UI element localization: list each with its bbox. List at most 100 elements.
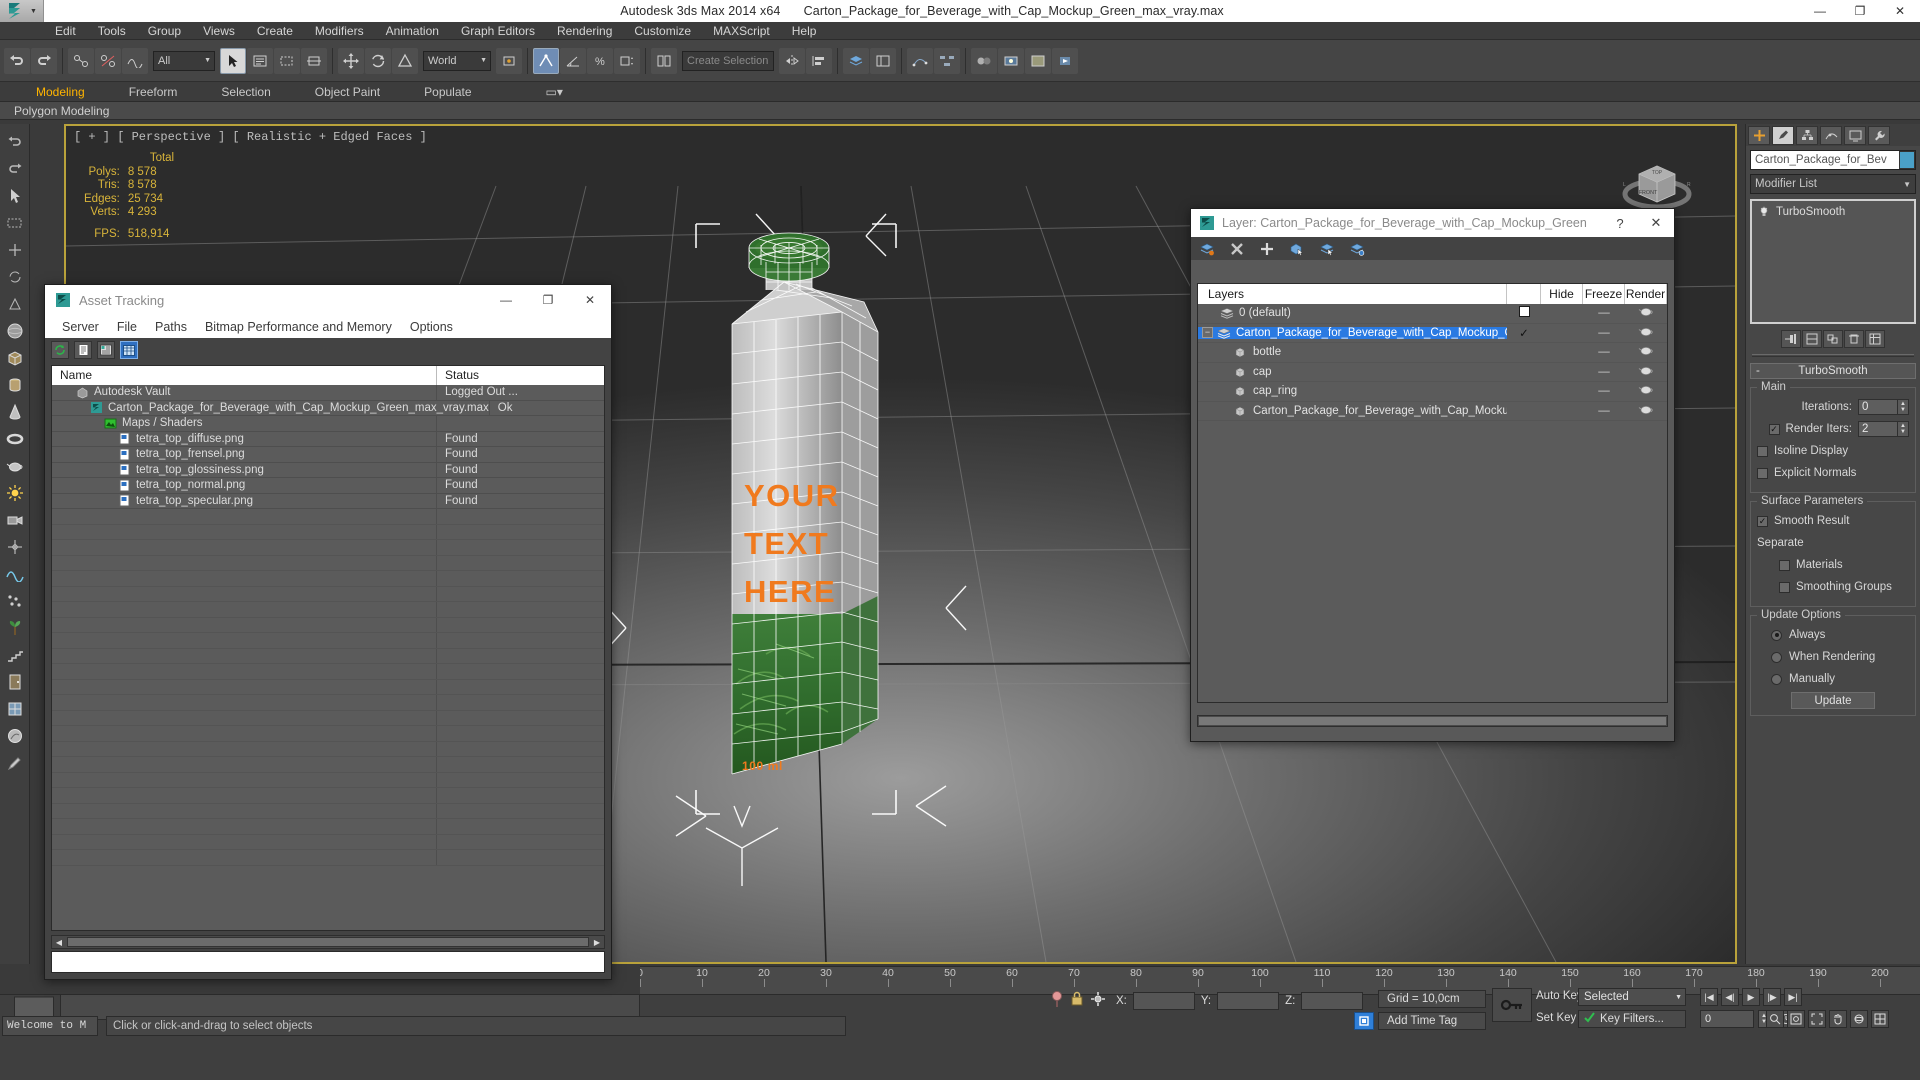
previous-frame-icon[interactable]: ◀| (1721, 988, 1739, 1006)
add-time-tag-button[interactable]: Add Time Tag (1378, 1012, 1486, 1030)
spinner-arrows-icon[interactable]: ▲ ▼ (1898, 421, 1909, 437)
table-row[interactable]: tetra_top_specular.png Found (52, 493, 604, 509)
sphere-icon[interactable] (2, 318, 28, 344)
layer-list[interactable]: Layers Hide Freeze Render 0 (default) — … (1197, 283, 1668, 703)
set-key-button[interactable]: Set Key (1536, 1012, 1576, 1024)
update-manually-row[interactable]: Manually (1757, 670, 1909, 688)
space-warp-icon[interactable] (2, 561, 28, 587)
update-always-row[interactable]: Always (1757, 626, 1909, 644)
undo-view-icon[interactable] (2, 129, 28, 155)
asset-col-name[interactable]: Name (52, 366, 437, 385)
asset-horizontal-scrollbar[interactable]: ◀ ▶ (51, 935, 605, 949)
minimize-button[interactable]: — (1800, 0, 1840, 22)
box-icon[interactable] (2, 345, 28, 371)
layer-row[interactable]: bottle — (1198, 343, 1667, 363)
menu-group[interactable]: Group (137, 22, 192, 40)
modifier-stack[interactable]: TurboSmooth (1750, 199, 1916, 324)
orbit-view-icon[interactable] (1850, 1010, 1868, 1028)
smooth-result-checkbox[interactable]: ✓ (1757, 515, 1768, 527)
go-to-end-icon[interactable]: ▶| (1784, 988, 1802, 1006)
show-end-result-icon[interactable] (1802, 330, 1822, 348)
selection-filter-combo[interactable]: All ▼ (153, 50, 215, 71)
separate-materials-row[interactable]: Materials (1757, 556, 1909, 574)
curve-editor-icon[interactable] (907, 47, 933, 74)
redo-view-icon[interactable] (2, 156, 28, 182)
asset-minimize-button[interactable]: — (485, 285, 527, 315)
material-editor-icon[interactable] (971, 47, 997, 74)
layer-horizontal-scrollbar[interactable] (1197, 715, 1668, 727)
refresh-icon[interactable] (51, 341, 69, 359)
current-frame-field[interactable]: 0 (1700, 1010, 1754, 1028)
turbosmooth-rollout-header[interactable]: - TurboSmooth (1750, 363, 1916, 379)
ribbon-options-icon[interactable]: ▭▾ (524, 82, 585, 102)
select-object-icon[interactable] (220, 47, 246, 74)
lightbulb-icon[interactable] (1758, 206, 1770, 218)
menu-animation[interactable]: Animation (375, 22, 450, 40)
layer-row-render[interactable] (1625, 384, 1667, 398)
play-animation-icon[interactable]: ▶ (1742, 988, 1760, 1006)
reference-coordinate-combo[interactable]: World ▼ (423, 50, 491, 71)
layer-col-layers[interactable]: Layers (1198, 284, 1507, 304)
zoom-extents-icon[interactable] (1808, 1010, 1826, 1028)
select-and-move-icon[interactable] (338, 47, 364, 74)
layer-row[interactable]: cap — (1198, 363, 1667, 382)
menu-edit[interactable]: Edit (44, 22, 87, 40)
list-view-icon[interactable] (74, 341, 92, 359)
scroll-right-icon[interactable]: ▶ (590, 938, 604, 947)
next-frame-icon[interactable]: |▶ (1763, 988, 1781, 1006)
particle-icon[interactable] (2, 588, 28, 614)
render-iters-spinner[interactable]: 2 ▲ ▼ (1858, 421, 1909, 437)
select-and-rotate-icon[interactable] (365, 47, 391, 74)
modify-tab[interactable] (1772, 125, 1794, 145)
layer-row-freeze[interactable]: — (1583, 327, 1625, 339)
asset-menu-server[interactable]: Server (53, 320, 108, 334)
select-objects-in-layer-icon[interactable] (1289, 241, 1305, 257)
percent-snap-toggle-icon[interactable]: % (587, 47, 613, 74)
layer-row[interactable]: − Carton_Package_for_Beverage_with_Cap_M… (1198, 324, 1667, 343)
motion-tab[interactable] (1820, 125, 1842, 145)
layer-row-freeze[interactable]: — (1583, 405, 1625, 417)
menu-customize[interactable]: Customize (623, 22, 702, 40)
layer-row-render[interactable] (1625, 345, 1667, 359)
iterations-value[interactable]: 0 (1858, 399, 1898, 415)
light-icon[interactable] (2, 480, 28, 506)
torus-icon[interactable] (2, 426, 28, 452)
asset-menu-bitmap-performance[interactable]: Bitmap Performance and Memory (196, 320, 401, 334)
cone-icon[interactable] (2, 399, 28, 425)
render-iters-value[interactable]: 2 (1858, 421, 1898, 437)
layer-row-render[interactable] (1625, 404, 1667, 418)
update-always-radio[interactable] (1771, 629, 1782, 641)
smooth-result-row[interactable]: ✓ Smooth Result (1757, 512, 1909, 530)
layer-row-freeze[interactable]: — (1583, 385, 1625, 397)
object-name-field[interactable]: Carton_Package_for_Bev (1750, 150, 1916, 170)
select-icon[interactable] (2, 183, 28, 209)
maximize-viewport-toggle-icon[interactable] (1871, 1010, 1889, 1028)
select-and-link-icon[interactable] (68, 47, 94, 74)
plant-icon[interactable] (2, 615, 28, 641)
layer-row-freeze[interactable]: — (1583, 346, 1625, 358)
ribbon-tab-object-paint[interactable]: Object Paint (293, 82, 402, 102)
ribbon-tab-selection[interactable]: Selection (199, 82, 292, 102)
update-button[interactable]: Update (1791, 692, 1875, 709)
close-button[interactable]: ✕ (1880, 0, 1920, 22)
object-color-swatch[interactable] (1899, 151, 1915, 169)
add-selection-to-layer-icon[interactable] (1259, 241, 1275, 257)
layer-manager-dialog[interactable]: Layer: Carton_Package_for_Beverage_with_… (1190, 208, 1675, 742)
configure-sets-icon[interactable] (1865, 330, 1885, 348)
modifier-stack-item[interactable]: TurboSmooth (1752, 204, 1914, 219)
auto-key-button[interactable]: Auto Key (1536, 990, 1583, 1002)
select-and-uniform-scale-icon[interactable] (392, 47, 418, 74)
window-icon[interactable] (2, 696, 28, 722)
schematic-view-icon[interactable] (934, 47, 960, 74)
menu-views[interactable]: Views (192, 22, 246, 40)
render-iters-checkbox[interactable]: ✓ (1768, 423, 1780, 435)
layer-close-button[interactable]: ✕ (1638, 209, 1674, 237)
scale-icon[interactable] (2, 291, 28, 317)
layer-row-freeze[interactable]: — (1583, 307, 1625, 319)
maximize-button[interactable]: ❐ (1840, 0, 1880, 22)
rotate-icon[interactable] (2, 264, 28, 290)
menu-modifiers[interactable]: Modifiers (304, 22, 375, 40)
table-row[interactable]: tetra_top_frensel.png Found (52, 447, 604, 463)
asset-tracking-table[interactable]: Name Status Autodesk Vault Logged Out ..… (51, 365, 605, 931)
separate-materials-checkbox[interactable] (1779, 559, 1790, 571)
